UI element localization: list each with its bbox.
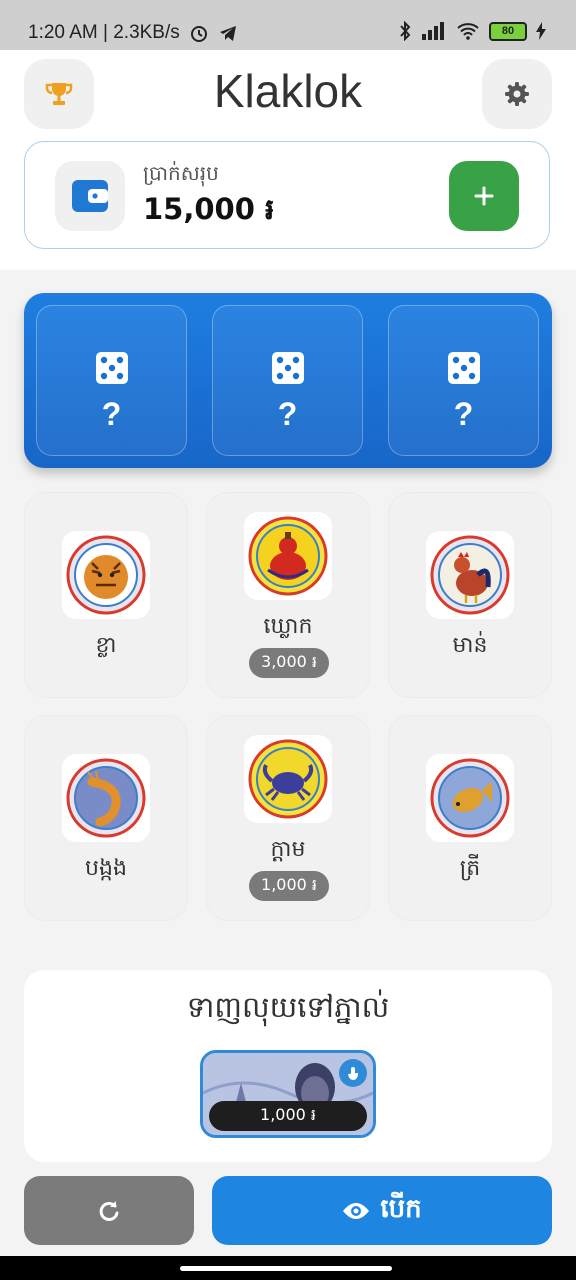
eye-icon bbox=[343, 1202, 370, 1219]
wallet-icon bbox=[72, 180, 108, 212]
animal-card-fish[interactable]: ត្រី bbox=[388, 715, 552, 921]
signal-icon bbox=[422, 22, 444, 40]
die-slot-1: ? bbox=[36, 305, 187, 456]
bet-selection-card: ទាញលុយទៅភ្នាល់ 1,000 ៛ bbox=[24, 970, 552, 1162]
tiger-icon bbox=[62, 531, 150, 619]
wifi-icon bbox=[457, 23, 479, 40]
animal-card-shrimp[interactable]: បង្កង bbox=[24, 715, 188, 921]
die-value: ? bbox=[101, 396, 122, 432]
die-value: ? bbox=[277, 396, 298, 432]
open-button-label: បើក bbox=[380, 1193, 422, 1224]
wallet-balance: 15,000 ៛ bbox=[143, 192, 275, 226]
telegram-icon bbox=[220, 26, 237, 41]
refresh-icon bbox=[99, 1200, 119, 1221]
header: Klaklok ប្រាក់សរុប 15,000 ៛ bbox=[0, 50, 576, 270]
animal-name: ខ្លា bbox=[95, 633, 117, 658]
die-slot-3: ? bbox=[388, 305, 539, 456]
wallet-icon-box bbox=[55, 161, 125, 231]
animal-card-crab[interactable]: ក្ដាម 1,000 ៛ bbox=[206, 715, 370, 921]
die-slot-2: ? bbox=[212, 305, 363, 456]
gourd-icon bbox=[244, 512, 332, 600]
home-indicator[interactable] bbox=[180, 1266, 392, 1271]
touch-icon bbox=[339, 1059, 367, 1087]
animal-card-rooster[interactable]: មាន់ bbox=[388, 492, 552, 698]
animal-name: ត្រី bbox=[459, 856, 481, 881]
banknote-1000[interactable]: 1,000 ៛ bbox=[200, 1050, 376, 1138]
rooster-icon bbox=[426, 531, 514, 619]
status-time: 1:20 AM bbox=[28, 22, 98, 43]
animal-card-tiger[interactable]: ខ្លា bbox=[24, 492, 188, 698]
battery-indicator: 80 bbox=[489, 21, 527, 41]
bet-badge: 3,000 ៛ bbox=[249, 648, 329, 678]
plus-icon bbox=[474, 186, 494, 206]
animal-name: មាន់ bbox=[452, 633, 488, 658]
bluetooth-icon bbox=[400, 21, 411, 41]
bet-badge: 1,000 ៛ bbox=[249, 871, 329, 901]
open-button[interactable]: បើក bbox=[212, 1176, 552, 1245]
animal-name: ឃ្លោក bbox=[263, 614, 313, 639]
bet-panel-title: ទាញលុយទៅភ្នាល់ bbox=[186, 990, 390, 1024]
gear-icon bbox=[505, 82, 529, 106]
animal-card-gourd[interactable]: ឃ្លោក 3,000 ៛ bbox=[206, 492, 370, 698]
dice-panel: ? ? ? bbox=[24, 293, 552, 468]
fish-icon bbox=[426, 754, 514, 842]
shrimp-icon bbox=[62, 754, 150, 842]
note-amount: 1,000 ៛ bbox=[209, 1101, 367, 1131]
add-money-button[interactable] bbox=[449, 161, 519, 231]
alarm-icon bbox=[191, 26, 208, 42]
die-value: ? bbox=[453, 396, 474, 432]
dice-icon bbox=[96, 352, 128, 384]
dice-icon bbox=[448, 352, 480, 384]
wallet-card: ប្រាក់សរុប 15,000 ៛ bbox=[24, 141, 550, 249]
charging-icon bbox=[536, 22, 546, 40]
status-right: 80 bbox=[398, 21, 546, 41]
wallet-label: ប្រាក់សរុប bbox=[143, 161, 219, 185]
status-left: 1:20 AM | 2.3KB/s bbox=[28, 22, 238, 44]
status-bar: 1:20 AM | 2.3KB/s 80 bbox=[0, 0, 576, 50]
crab-icon bbox=[244, 735, 332, 823]
reset-button[interactable] bbox=[24, 1176, 194, 1245]
animal-name: ក្ដាម bbox=[270, 837, 306, 862]
status-speed: 2.3KB/s bbox=[113, 22, 180, 43]
animal-name: បង្កង bbox=[85, 856, 127, 881]
settings-button[interactable] bbox=[482, 59, 552, 129]
dice-icon bbox=[272, 352, 304, 384]
